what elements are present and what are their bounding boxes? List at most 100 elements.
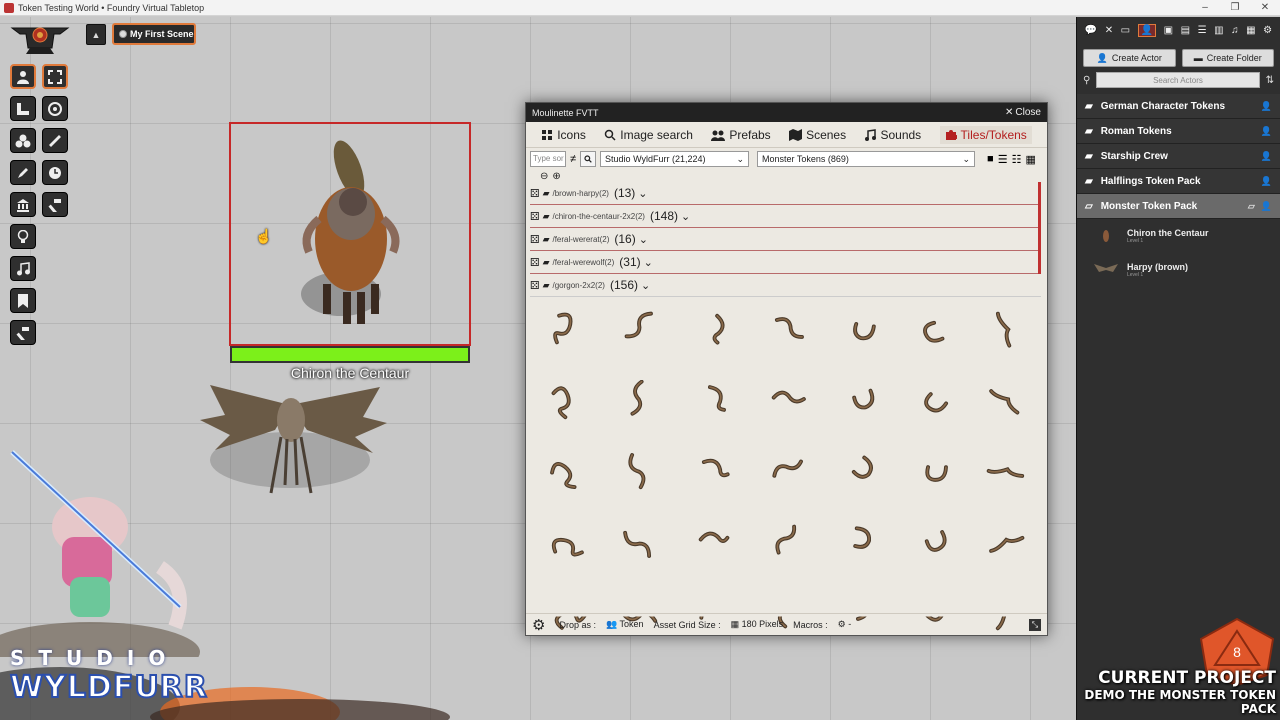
token-asset-thumbnail[interactable] <box>823 435 896 506</box>
list-view-icon[interactable]: ☰ <box>998 153 1008 166</box>
token-asset-thumbnail[interactable] <box>532 364 605 435</box>
combat-icon[interactable]: ✕ <box>1105 25 1113 36</box>
chat-icon[interactable]: 💬 <box>1085 25 1097 36</box>
chevron-down-icon[interactable]: ⌄ <box>638 187 647 200</box>
token-asset-thumbnail[interactable] <box>605 364 678 435</box>
grid-size-select[interactable]: ▦ 180 Pixels <box>731 619 784 630</box>
pack-select[interactable]: Monster Tokens (869) ⌄ <box>757 151 976 167</box>
actor-entry[interactable]: Harpy (brown) Level 1 <box>1077 253 1280 287</box>
token-asset-thumbnail[interactable] <box>751 364 824 435</box>
token-asset-thumbnail[interactable] <box>823 293 896 364</box>
asset-folder-row[interactable]: ⚄ ▰/feral-werewolf(2) (31) ⌄ <box>530 251 1041 274</box>
asset-folder-row[interactable]: ⚄ ▰/feral-wererat(2) (16) ⌄ <box>530 228 1041 251</box>
walls-button[interactable] <box>10 192 36 217</box>
minimize-button[interactable]: – <box>1190 2 1220 13</box>
chevron-down-icon[interactable]: ⌄ <box>641 279 650 292</box>
tab-tiles-tokens[interactable]: Tiles/Tokens <box>939 125 1032 144</box>
hammer-button[interactable] <box>42 192 68 217</box>
token-asset-thumbnail[interactable] <box>532 435 605 506</box>
token-asset-thumbnail[interactable] <box>751 293 824 364</box>
token-asset-thumbnail[interactable] <box>532 506 605 577</box>
actor-folder[interactable]: ▰ German Character Tokens 👤 <box>1077 94 1280 119</box>
bookmark-icon[interactable]: ■ <box>987 153 994 165</box>
journal-icon[interactable]: ▤ <box>1181 25 1190 36</box>
tiles-icon[interactable]: ⚄ <box>530 233 540 246</box>
creator-select[interactable]: Studio WyldFurr (21,224) ⌄ <box>600 151 750 167</box>
actor-folder[interactable]: ▰ Halflings Token Pack 👤 <box>1077 169 1280 194</box>
token-asset-thumbnail[interactable] <box>751 506 824 577</box>
token-asset-thumbnail[interactable] <box>605 293 678 364</box>
target-button[interactable] <box>42 96 68 121</box>
measure-controls-button[interactable] <box>10 96 36 121</box>
pencil-button[interactable] <box>10 160 36 185</box>
tiles-button[interactable] <box>10 128 36 153</box>
playlists-icon[interactable]: ♫ <box>1231 25 1239 36</box>
tab-prefabs[interactable]: Prefabs <box>711 128 771 142</box>
compendium-icon[interactable]: ▦ <box>1246 25 1255 36</box>
settings-icon[interactable]: ⚙ <box>1263 25 1272 36</box>
create-actor-in-folder-icon[interactable]: 👤 <box>1261 126 1272 137</box>
tab-sounds[interactable]: Sounds <box>864 128 921 142</box>
token-asset-thumbnail[interactable] <box>969 364 1042 435</box>
token-asset-thumbnail[interactable] <box>823 364 896 435</box>
drawing-button[interactable] <box>42 128 68 153</box>
create-actor-in-folder-icon[interactable]: 👤 <box>1261 101 1272 112</box>
gear-icon[interactable]: ⚙ <box>532 616 545 634</box>
token-asset-thumbnail[interactable] <box>896 293 969 364</box>
tab-image-search[interactable]: Image search <box>604 128 693 142</box>
scene-nav-toggle[interactable]: ▲ <box>86 24 106 45</box>
grid-view-icon[interactable]: ▦ <box>1025 153 1035 166</box>
moulinette-header[interactable]: Moulinette FVTT ✕ Close <box>526 103 1047 122</box>
tables-icon[interactable]: ☰ <box>1198 25 1207 36</box>
actor-folder[interactable]: ▱ Monster Token Pack ▱ 👤 <box>1077 194 1280 219</box>
tools-button[interactable] <box>10 320 36 345</box>
tiles-icon[interactable]: ⚄ <box>530 187 540 200</box>
search-button[interactable] <box>580 151 597 167</box>
actor-search-input[interactable]: Search Actors <box>1096 72 1260 88</box>
drop-as-select[interactable]: 👥 Token <box>606 619 644 630</box>
token-asset-thumbnail[interactable] <box>823 506 896 577</box>
clock-button[interactable] <box>42 160 68 185</box>
tiles-icon[interactable]: ⚄ <box>530 210 540 223</box>
close-window-button[interactable]: ✕ <box>1250 2 1280 13</box>
moulinette-close-button[interactable]: ✕ Close <box>1005 107 1041 118</box>
tiles-icon[interactable]: ⚄ <box>530 279 540 292</box>
zoom-out-icon[interactable]: ⊖ <box>540 171 548 182</box>
folder-scrollbar[interactable] <box>1038 182 1041 274</box>
zoom-in-icon[interactable]: ⊕ <box>552 171 560 182</box>
token-asset-thumbnail[interactable] <box>605 435 678 506</box>
create-folder-button[interactable]: ▬ Create Folder <box>1181 49 1274 67</box>
maximize-button[interactable]: ❐ <box>1220 2 1250 13</box>
not-equal-toggle[interactable]: ≠ <box>570 153 576 165</box>
resize-handle-icon[interactable]: ⤡ <box>1029 618 1041 631</box>
token-asset-thumbnail[interactable] <box>969 506 1042 577</box>
create-actor-button[interactable]: 👤 Create Actor <box>1083 49 1176 67</box>
tiles-icon[interactable]: ⚄ <box>530 256 540 269</box>
token-controls-button[interactable] <box>10 64 36 89</box>
actors-icon[interactable]: 👤 <box>1137 23 1157 37</box>
actor-folder[interactable]: ▰ Roman Tokens 👤 <box>1077 119 1280 144</box>
token-asset-thumbnail[interactable] <box>678 506 751 577</box>
fullscreen-button[interactable] <box>42 64 68 89</box>
token-asset-thumbnail[interactable] <box>896 506 969 577</box>
create-actor-in-folder-icon[interactable]: 👤 <box>1261 201 1272 212</box>
asset-folder-row[interactable]: ⚄ ▰/brown-harpy(2) (13) ⌄ <box>530 182 1041 205</box>
token-asset-thumbnail[interactable] <box>605 506 678 577</box>
harpy-token-image[interactable] <box>195 375 395 500</box>
scenes-icon[interactable]: ▭ <box>1121 25 1130 36</box>
sort-icon[interactable]: ⇅ <box>1266 75 1274 86</box>
token-asset-thumbnail[interactable] <box>678 364 751 435</box>
tab-icons[interactable]: Icons <box>541 128 586 142</box>
create-actor-in-folder-icon[interactable]: 👤 <box>1261 151 1272 162</box>
create-actor-in-folder-icon[interactable]: 👤 <box>1261 176 1272 187</box>
create-subfolder-icon[interactable]: ▱ <box>1248 201 1255 212</box>
notes-button[interactable] <box>10 288 36 313</box>
tab-scenes[interactable]: Scenes <box>789 128 846 142</box>
token-asset-thumbnail[interactable] <box>678 435 751 506</box>
chevron-down-icon[interactable]: ⌄ <box>644 256 653 269</box>
token-asset-thumbnail[interactable] <box>678 293 751 364</box>
moulinette-search-input[interactable]: Type sor <box>530 151 566 167</box>
token-asset-thumbnail[interactable] <box>896 364 969 435</box>
token-asset-thumbnail[interactable] <box>896 435 969 506</box>
compact-view-icon[interactable]: ☷ <box>1012 153 1022 166</box>
